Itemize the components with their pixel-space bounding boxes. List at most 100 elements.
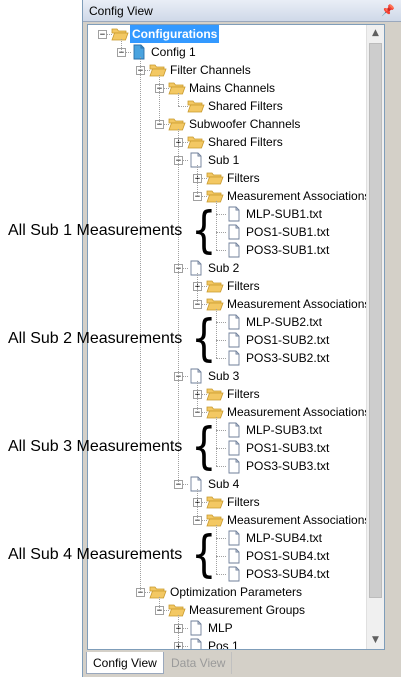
annotation-sub2: All Sub 2 Measurements	[8, 330, 183, 347]
tree-node-label: MLP-SUB3.txt	[246, 423, 323, 437]
document-icon	[225, 350, 243, 366]
document-icon	[130, 44, 148, 60]
tree-node-label: MLP-SUB2.txt	[246, 315, 323, 329]
panel-titlebar: Config View 📌	[83, 0, 401, 22]
tree-node-label: MLP	[208, 621, 233, 635]
tree-node[interactable]: POS3-SUB3.txt	[88, 457, 366, 475]
folder-open-icon	[168, 116, 186, 132]
tree-node[interactable]: − Measurement Associations	[88, 187, 370, 205]
tree-node[interactable]: − Mains Channels	[88, 79, 366, 97]
tree-node-label: POS3-SUB2.txt	[246, 351, 330, 365]
document-icon	[225, 440, 243, 456]
tree-node[interactable]: − Measurement Groups	[88, 601, 366, 619]
tree-node-label: POS1-SUB2.txt	[246, 333, 330, 347]
brace-sub2: {	[191, 309, 217, 367]
vertical-scrollbar[interactable]: ▲ ▼	[366, 25, 384, 649]
tree-node-label: Shared Filters	[208, 99, 283, 113]
document-icon	[225, 458, 243, 474]
tree-node[interactable]: + Filters	[88, 277, 366, 295]
document-icon	[225, 548, 243, 564]
document-icon	[225, 224, 243, 240]
tree-guide-line	[197, 273, 198, 304]
document-icon	[225, 422, 243, 438]
tree-node[interactable]: POS3-SUB1.txt	[88, 241, 366, 259]
document-icon	[225, 242, 243, 258]
tree-node[interactable]: + Shared Filters	[88, 133, 366, 151]
tree-node-label: MLP-SUB1.txt	[246, 207, 323, 221]
tree-node[interactable]: − Measurement Associations	[88, 295, 370, 313]
folder-open-icon	[206, 170, 224, 186]
tree-node[interactable]: − Subwoofer Channels	[88, 115, 366, 133]
brace-sub3: {	[191, 417, 217, 475]
tree-node-label: Mains Channels	[189, 81, 276, 95]
document-icon	[225, 332, 243, 348]
scrollbar-thumb[interactable]	[369, 43, 382, 598]
tree-node-label: Filters	[227, 495, 260, 509]
tree-node[interactable]: − Measurement Associations	[88, 511, 370, 529]
folder-open-icon	[206, 494, 224, 510]
folder-open-icon	[111, 26, 129, 42]
document-icon	[187, 368, 205, 384]
tree-node[interactable]: + MLP	[88, 619, 366, 637]
tree-node[interactable]: − Sub 1	[88, 151, 366, 169]
document-icon	[187, 638, 205, 649]
annotation-sub4: All Sub 4 Measurements	[8, 546, 183, 563]
annotation-sub1: All Sub 1 Measurements	[8, 222, 183, 239]
tree-node[interactable]: + Filters	[88, 493, 366, 511]
scroll-up-arrow-icon[interactable]: ▲	[367, 25, 384, 42]
tree-node-label: Sub 4	[208, 477, 240, 491]
tree-guide-line	[197, 165, 198, 196]
folder-open-icon	[187, 134, 205, 150]
annotation-sub3: All Sub 3 Measurements	[8, 438, 183, 455]
panel-title: Config View	[89, 4, 153, 18]
tree-node[interactable]: − Configurations	[88, 25, 366, 43]
tree-node[interactable]: − Sub 3	[88, 367, 366, 385]
tree-node-label: POS3-SUB3.txt	[246, 459, 330, 473]
tree-node-label: Config 1	[151, 45, 196, 59]
tree-node-label: Measurement Associations	[227, 189, 371, 203]
tree-node[interactable]: POS3-SUB2.txt	[88, 349, 366, 367]
folder-open-icon	[168, 602, 186, 618]
tree-node[interactable]: + Filters	[88, 169, 366, 187]
tree-node-label: Filter Channels	[170, 63, 251, 77]
tree-node[interactable]: + Pos 1	[88, 637, 366, 650]
folder-open-icon	[187, 98, 205, 114]
tree-node-label: Configurations	[130, 25, 220, 43]
tree-node-label: Sub 3	[208, 369, 240, 383]
document-icon	[187, 476, 205, 492]
tree-guide-line	[159, 597, 160, 610]
folder-open-icon	[206, 278, 224, 294]
tree-node-label: Measurement Associations	[227, 405, 371, 419]
tree-guide-line	[121, 39, 122, 52]
tree-node-label: Sub 1	[208, 153, 240, 167]
tree-guide-line	[178, 615, 179, 646]
tree-node-label: Measurement Groups	[189, 603, 306, 617]
tree-node-label: Filters	[227, 279, 260, 293]
tree-node[interactable]: − Filter Channels	[88, 61, 366, 79]
tree-node[interactable]: − Measurement Associations	[88, 403, 370, 421]
pin-icon[interactable]: 📌	[381, 0, 395, 22]
tree-guide-line	[159, 75, 160, 124]
tree-node[interactable]: − Config 1	[88, 43, 366, 61]
tab-config-view[interactable]: Config View	[86, 652, 164, 674]
document-icon	[225, 314, 243, 330]
tree-node[interactable]: − Sub 4	[88, 475, 366, 493]
document-icon	[225, 206, 243, 222]
tree-node-label: Measurement Associations	[227, 297, 371, 311]
tree-guide-line	[140, 57, 141, 592]
tree-node-label: Sub 2	[208, 261, 240, 275]
tree-node-label: Measurement Associations	[227, 513, 371, 527]
tab-data-view[interactable]: Data View	[165, 652, 233, 674]
tree-node[interactable]: − Optimization Parameters	[88, 583, 366, 601]
scroll-down-arrow-icon[interactable]: ▼	[367, 632, 384, 649]
document-icon	[225, 530, 243, 546]
tree-node[interactable]: POS3-SUB4.txt	[88, 565, 366, 583]
tree-node[interactable]: Shared Filters	[88, 97, 366, 115]
tree-node[interactable]: − Sub 2	[88, 259, 366, 277]
tree-node-label: Pos 1	[208, 639, 239, 650]
tree-node-label: Filters	[227, 171, 260, 185]
folder-open-icon	[149, 62, 167, 78]
tree-node[interactable]: + Filters	[88, 385, 366, 403]
tree-node-label: MLP-SUB4.txt	[246, 531, 323, 545]
collapse-icon[interactable]: −	[98, 30, 107, 40]
